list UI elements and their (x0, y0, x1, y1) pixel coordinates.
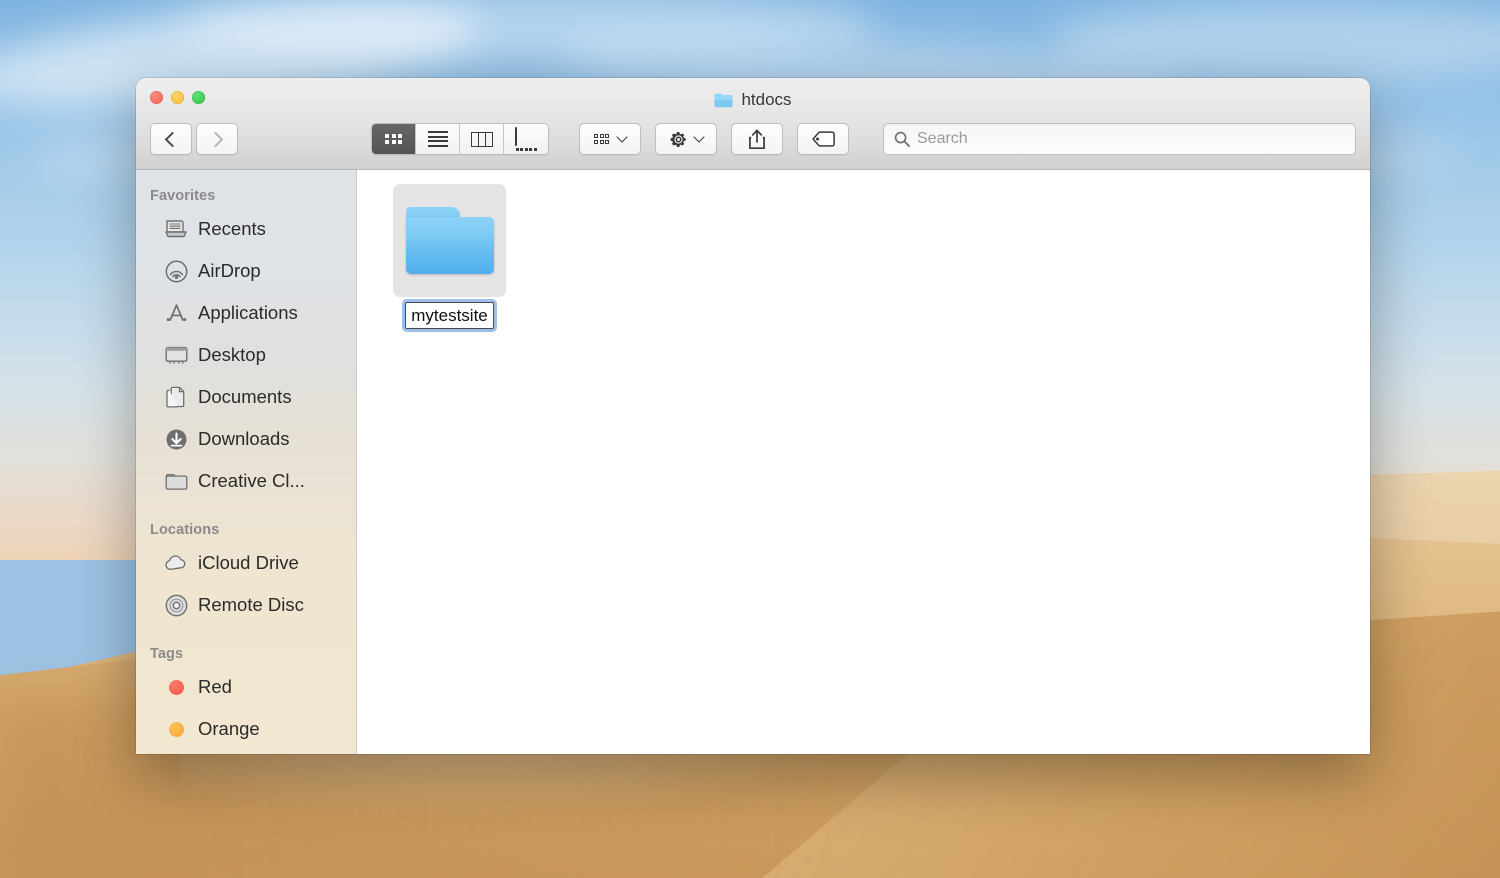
finder-window: htdocs (136, 78, 1370, 754)
window-body: Favorites Recents (136, 170, 1370, 754)
file-browser-content[interactable]: mytestsite (357, 170, 1370, 754)
share-button[interactable] (731, 123, 783, 155)
tag-dot-red-icon (164, 675, 188, 699)
sidebar-item-label: Applications (198, 302, 298, 324)
sidebar-item-documents[interactable]: Documents (136, 376, 356, 418)
sidebar-item-label: Recents (198, 218, 266, 240)
sidebar-item-label: AirDrop (198, 260, 261, 282)
search-field[interactable]: Search (883, 123, 1356, 155)
sidebar-item-label: Orange (198, 718, 260, 740)
gear-icon (669, 130, 688, 149)
gallery-icon (515, 128, 537, 151)
sidebar-section-locations: Locations (136, 502, 356, 542)
disc-icon (164, 593, 188, 617)
list-icon (428, 131, 448, 147)
list-view-button[interactable] (416, 124, 460, 154)
airdrop-icon (164, 259, 188, 283)
desktop-icon (164, 343, 188, 367)
sidebar-item-tag-orange[interactable]: Orange (136, 708, 356, 750)
navigation-buttons (150, 123, 238, 155)
sidebar-item-label: Remote Disc (198, 594, 304, 616)
page-title: htdocs (741, 90, 791, 110)
tag-dot-orange-icon (164, 717, 188, 741)
folder-icon (406, 207, 494, 274)
sidebar-item-tag-red[interactable]: Red (136, 666, 356, 708)
column-view-button[interactable] (460, 124, 504, 154)
file-item-icon-selected[interactable] (393, 184, 506, 297)
grid-icon (385, 134, 402, 145)
search-input[interactable]: Search (917, 130, 968, 148)
back-button[interactable] (150, 123, 192, 155)
downloads-icon (164, 427, 188, 451)
file-name-input[interactable]: mytestsite (405, 302, 494, 329)
sidebar-section-tags: Tags (136, 626, 356, 666)
sidebar-item-label: Creative Cl... (198, 470, 305, 492)
sidebar-item-label: Documents (198, 386, 292, 408)
sidebar-item-airdrop[interactable]: AirDrop (136, 250, 356, 292)
chevron-right-icon (208, 131, 224, 147)
chevron-left-icon (165, 131, 181, 147)
file-item[interactable]: mytestsite (393, 184, 506, 329)
action-menu-button[interactable] (655, 123, 717, 155)
documents-icon (164, 385, 188, 409)
icon-view-button[interactable] (372, 124, 416, 154)
chevron-down-icon (616, 131, 627, 142)
forward-button[interactable] (196, 123, 238, 155)
gallery-view-button[interactable] (504, 124, 548, 154)
icloud-icon (164, 551, 188, 575)
folder-icon (164, 469, 188, 493)
folder-icon (714, 92, 733, 108)
sidebar-item-creative-cloud[interactable]: Creative Cl... (136, 460, 356, 502)
sidebar-item-remote-disc[interactable]: Remote Disc (136, 584, 356, 626)
view-mode-segmented-control (371, 123, 549, 155)
sidebar-item-recents[interactable]: Recents (136, 208, 356, 250)
columns-icon (471, 132, 493, 147)
recents-icon (164, 217, 188, 241)
tags-button[interactable] (797, 123, 849, 155)
share-icon (748, 129, 766, 150)
window-title-bar: htdocs (136, 90, 1370, 110)
sidebar-item-desktop[interactable]: Desktop (136, 334, 356, 376)
tag-icon (812, 131, 835, 147)
applications-icon (164, 301, 188, 325)
arrange-button[interactable] (579, 123, 641, 155)
sidebar-item-icloud-drive[interactable]: iCloud Drive (136, 542, 356, 584)
sidebar-item-label: iCloud Drive (198, 552, 299, 574)
sidebar-section-favorites: Favorites (136, 178, 356, 208)
toolbar-controls: Search (150, 122, 1356, 156)
sidebar: Favorites Recents (136, 170, 357, 754)
chevron-down-icon (693, 131, 704, 142)
sidebar-item-label: Downloads (198, 428, 290, 450)
window-toolbar: htdocs (136, 78, 1370, 170)
sidebar-item-downloads[interactable]: Downloads (136, 418, 356, 460)
arrange-icon (594, 134, 611, 145)
sidebar-item-label: Red (198, 676, 232, 698)
sidebar-item-applications[interactable]: Applications (136, 292, 356, 334)
sidebar-item-label: Desktop (198, 344, 266, 366)
search-icon (894, 131, 910, 147)
